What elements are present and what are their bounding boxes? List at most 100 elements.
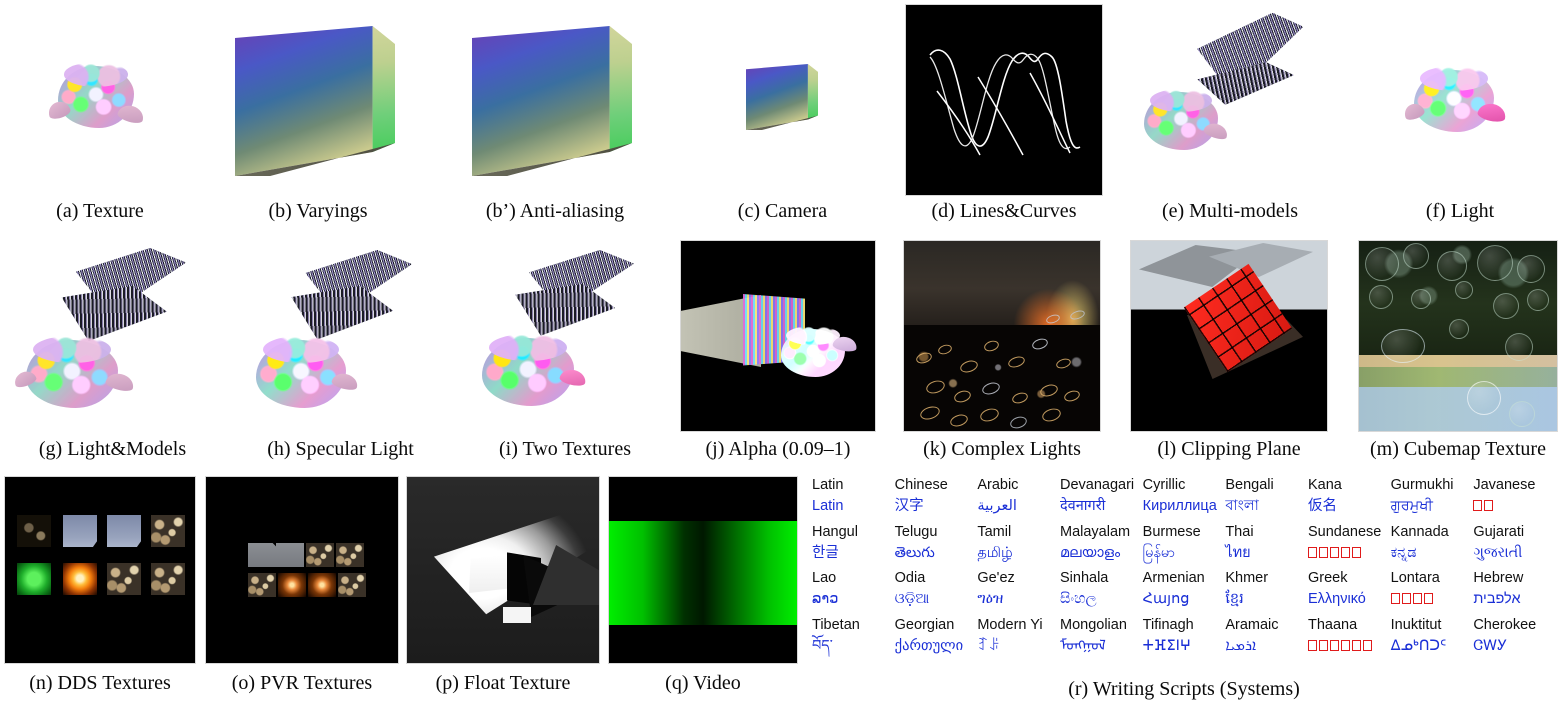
panel-pvr-textures [205,476,399,664]
panel-varyings [203,4,433,194]
script-cell: Tibetan བོད་ [812,616,895,663]
caption-o: (o) PVR Textures [231,672,373,694]
caption-c: (c) Camera [737,200,828,222]
missing-glyph-box [1423,593,1433,604]
script-cell: Inuktitut ᐃᓄᒃᑎᑐᑦ [1391,616,1474,663]
panel-clipping-plane [1130,240,1328,432]
script-sample: ไทย [1225,544,1251,561]
missing-glyph-box [1484,500,1494,511]
script-cell: Burmese မြန်မာ [1143,523,1226,570]
dds-texture-cell [17,563,51,595]
script-sample: தமிழ் [977,544,1013,561]
missing-glyph-box [1412,593,1422,604]
script-sample: ଓଡ଼ିଆ [894,591,930,607]
script-cell: Latin Latin [812,476,895,523]
script-name: Chinese [894,477,948,493]
caption-i: (i) Two Textures [499,438,631,460]
script-name: Odia [894,570,926,586]
panel-camera [690,4,875,194]
script-cell: Gujarati ગુજરાતી [1473,523,1556,570]
missing-glyph-box [1390,593,1400,604]
missing-glyph-box [1401,593,1411,604]
script-name: Tamil [977,523,1012,540]
missing-glyph-box [1329,546,1339,558]
script-name: Latin [812,477,844,493]
script-sample: ᏣᎳᎩ [1473,637,1508,654]
panel-two-textures [456,240,674,432]
script-sample: ⵜⴼⵉⵏⵖ [1142,637,1191,654]
bubble [1467,381,1501,415]
script-sample: မြန်မာ [1142,544,1176,561]
script-sample: ᐃᓄᒃᑎᑐᑦ [1390,637,1447,654]
script-cell: Kana 仮名 [1308,476,1391,523]
script-cell: Mongolian ᠮᠣᠩᠭᠣᠯ [1060,616,1143,663]
cube-face-left [235,26,373,176]
pvr-texture-cell [338,573,366,597]
varyings-cube [235,26,395,176]
script-name: Gujarati [1473,523,1525,540]
dds-texture-cell [63,515,97,547]
camera-cube [746,64,818,130]
script-cell: Devanagari देवनागरी [1060,476,1143,523]
textured-blob [1144,88,1218,150]
script-sample: ꆈꌠ [977,637,1000,654]
script-cell: Khmer ខ្មែរ [1225,569,1308,616]
missing-glyph-box [1351,639,1361,651]
script-sample-missing-glyphs [1307,542,1387,564]
script-sample: Latin [812,498,844,514]
caption-b2: (b’) Anti-aliasing [485,200,625,222]
script-name: Mongolian [1059,616,1127,633]
pvr-texture-cell [278,573,306,597]
script-name: Thai [1225,523,1254,540]
bubble [1381,329,1425,363]
script-sample: ລາວ [812,591,839,607]
script-cell: Georgian ქართული [895,616,978,663]
script-name: Khmer [1225,570,1269,586]
figure-gallery: (a) Texture (b) Varyings (b’) Anti-alias… [0,0,1560,707]
bubble [1505,333,1533,361]
script-sample: ગુજરાતી [1473,544,1523,561]
bubble [1437,251,1467,281]
script-name: Burmese [1142,523,1201,540]
caption-p: (p) Float Texture [435,672,571,694]
script-cell: Sundanese [1307,523,1391,570]
script-cell: Aramaic ܐܪܡܝܐ [1225,616,1308,663]
panel-texture [0,4,200,194]
pvr-texture-cell [336,543,364,567]
caption-j: (j) Alpha (0.09–1) [705,438,851,460]
missing-glyph-box [1307,639,1317,651]
script-sample: ಕನ್ನಡ [1390,544,1417,561]
alpha-blob [781,326,845,377]
pvr-texture-cell [248,543,276,567]
float-highlight-strip [503,607,531,623]
script-name: Modern Yi [977,616,1043,633]
panel-video [608,476,798,664]
lit-blob [1414,66,1494,132]
script-sample: ግዕዝ [977,591,1004,607]
caption-g: (g) Light&Models [38,438,187,460]
script-sample: 汉字 [894,498,924,514]
script-cell: Bengali বাংলা [1225,476,1308,523]
script-name: Kana [1307,477,1342,493]
script-name: Tifinagh [1142,616,1194,633]
bubble [1403,243,1429,269]
float-cube-front [469,555,509,593]
caption-k: (k) Complex Lights [923,438,1081,460]
script-sample: සිංහල [1059,591,1097,607]
script-name: Inuktitut [1390,616,1442,633]
script-name: Hangul [812,523,858,540]
panel-multi-models [1130,4,1330,194]
script-sample-missing-glyphs [1390,588,1470,610]
dds-texture-cell [107,515,141,547]
script-name: Lontara [1390,570,1440,586]
caption-d: (d) Lines&Curves [931,200,1077,222]
missing-glyph-box [1318,546,1328,558]
script-name: Lao [812,570,837,586]
script-cell: Kannada ಕನ್ನಡ [1391,523,1474,570]
missing-glyph-box [1329,639,1339,651]
blob-bumps [489,333,567,362]
script-sample-missing-glyphs [1473,495,1552,517]
script-name: Aramaic [1225,616,1279,633]
script-sample: മലയാളം [1059,544,1121,561]
script-cell: Arabic العربية [977,476,1060,523]
